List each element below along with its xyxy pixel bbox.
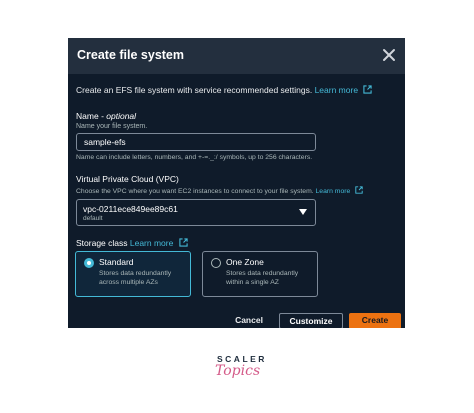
storage-option-one-zone[interactable]: One Zone Stores data redundantly within … (202, 251, 318, 297)
vpc-help: Choose the VPC where you want EC2 instan… (76, 186, 363, 195)
storage-class-label: Storage class Learn more (76, 238, 188, 248)
vpc-label: Virtual Private Cloud (VPC) (76, 174, 179, 184)
name-input-value: sample-efs (84, 137, 126, 147)
description-text: Create an EFS file system with service r… (76, 85, 313, 95)
logo-topics-text: Topics (215, 363, 261, 379)
name-constraint: Name can include letters, numbers, and +… (76, 154, 313, 161)
radio-selected-icon (84, 258, 94, 268)
cancel-button[interactable]: Cancel (231, 313, 267, 328)
name-input[interactable]: sample-efs (76, 133, 316, 151)
name-label: Name - optional (76, 111, 137, 121)
storage-class-label-text: Storage class (76, 238, 128, 248)
scaler-topics-logo: SCALER Topics (213, 352, 264, 386)
vpc-selected-value: vpc-0211ece849ee89c61 (83, 204, 178, 214)
name-label-text: Name (76, 111, 99, 121)
create-file-system-dialog: Create file system Create an EFS file sy… (68, 38, 405, 328)
option-title: One Zone (226, 257, 264, 267)
learn-more-link[interactable]: Learn more (315, 85, 358, 95)
dialog-header: Create file system (68, 38, 405, 74)
vpc-selected-sub: default (83, 215, 103, 222)
vpc-learn-more-link[interactable]: Learn more (316, 188, 351, 195)
create-button[interactable]: Create (349, 313, 401, 328)
name-help: Name your file system. (76, 123, 148, 130)
external-link-icon (179, 238, 188, 247)
close-icon[interactable] (381, 47, 397, 63)
radio-unselected-icon (211, 258, 221, 268)
vpc-help-text: Choose the VPC where you want EC2 instan… (76, 188, 314, 195)
storage-learn-more-link[interactable]: Learn more (130, 238, 173, 248)
option-description: Stores data redundantly within a single … (226, 270, 299, 286)
optional-text: optional (106, 111, 137, 121)
vpc-select[interactable]: vpc-0211ece849ee89c61 default (76, 199, 316, 226)
option-title: Standard (99, 257, 134, 267)
external-link-icon (355, 186, 363, 194)
dialog-title: Create file system (77, 48, 185, 62)
caret-down-icon (299, 209, 307, 215)
storage-option-standard[interactable]: Standard Stores data redundantly across … (75, 251, 191, 297)
customize-button[interactable]: Customize (279, 313, 343, 328)
option-description: Stores data redundantly across multiple … (99, 270, 172, 286)
dialog-description: Create an EFS file system with service r… (76, 85, 373, 95)
external-link-icon (363, 85, 373, 94)
